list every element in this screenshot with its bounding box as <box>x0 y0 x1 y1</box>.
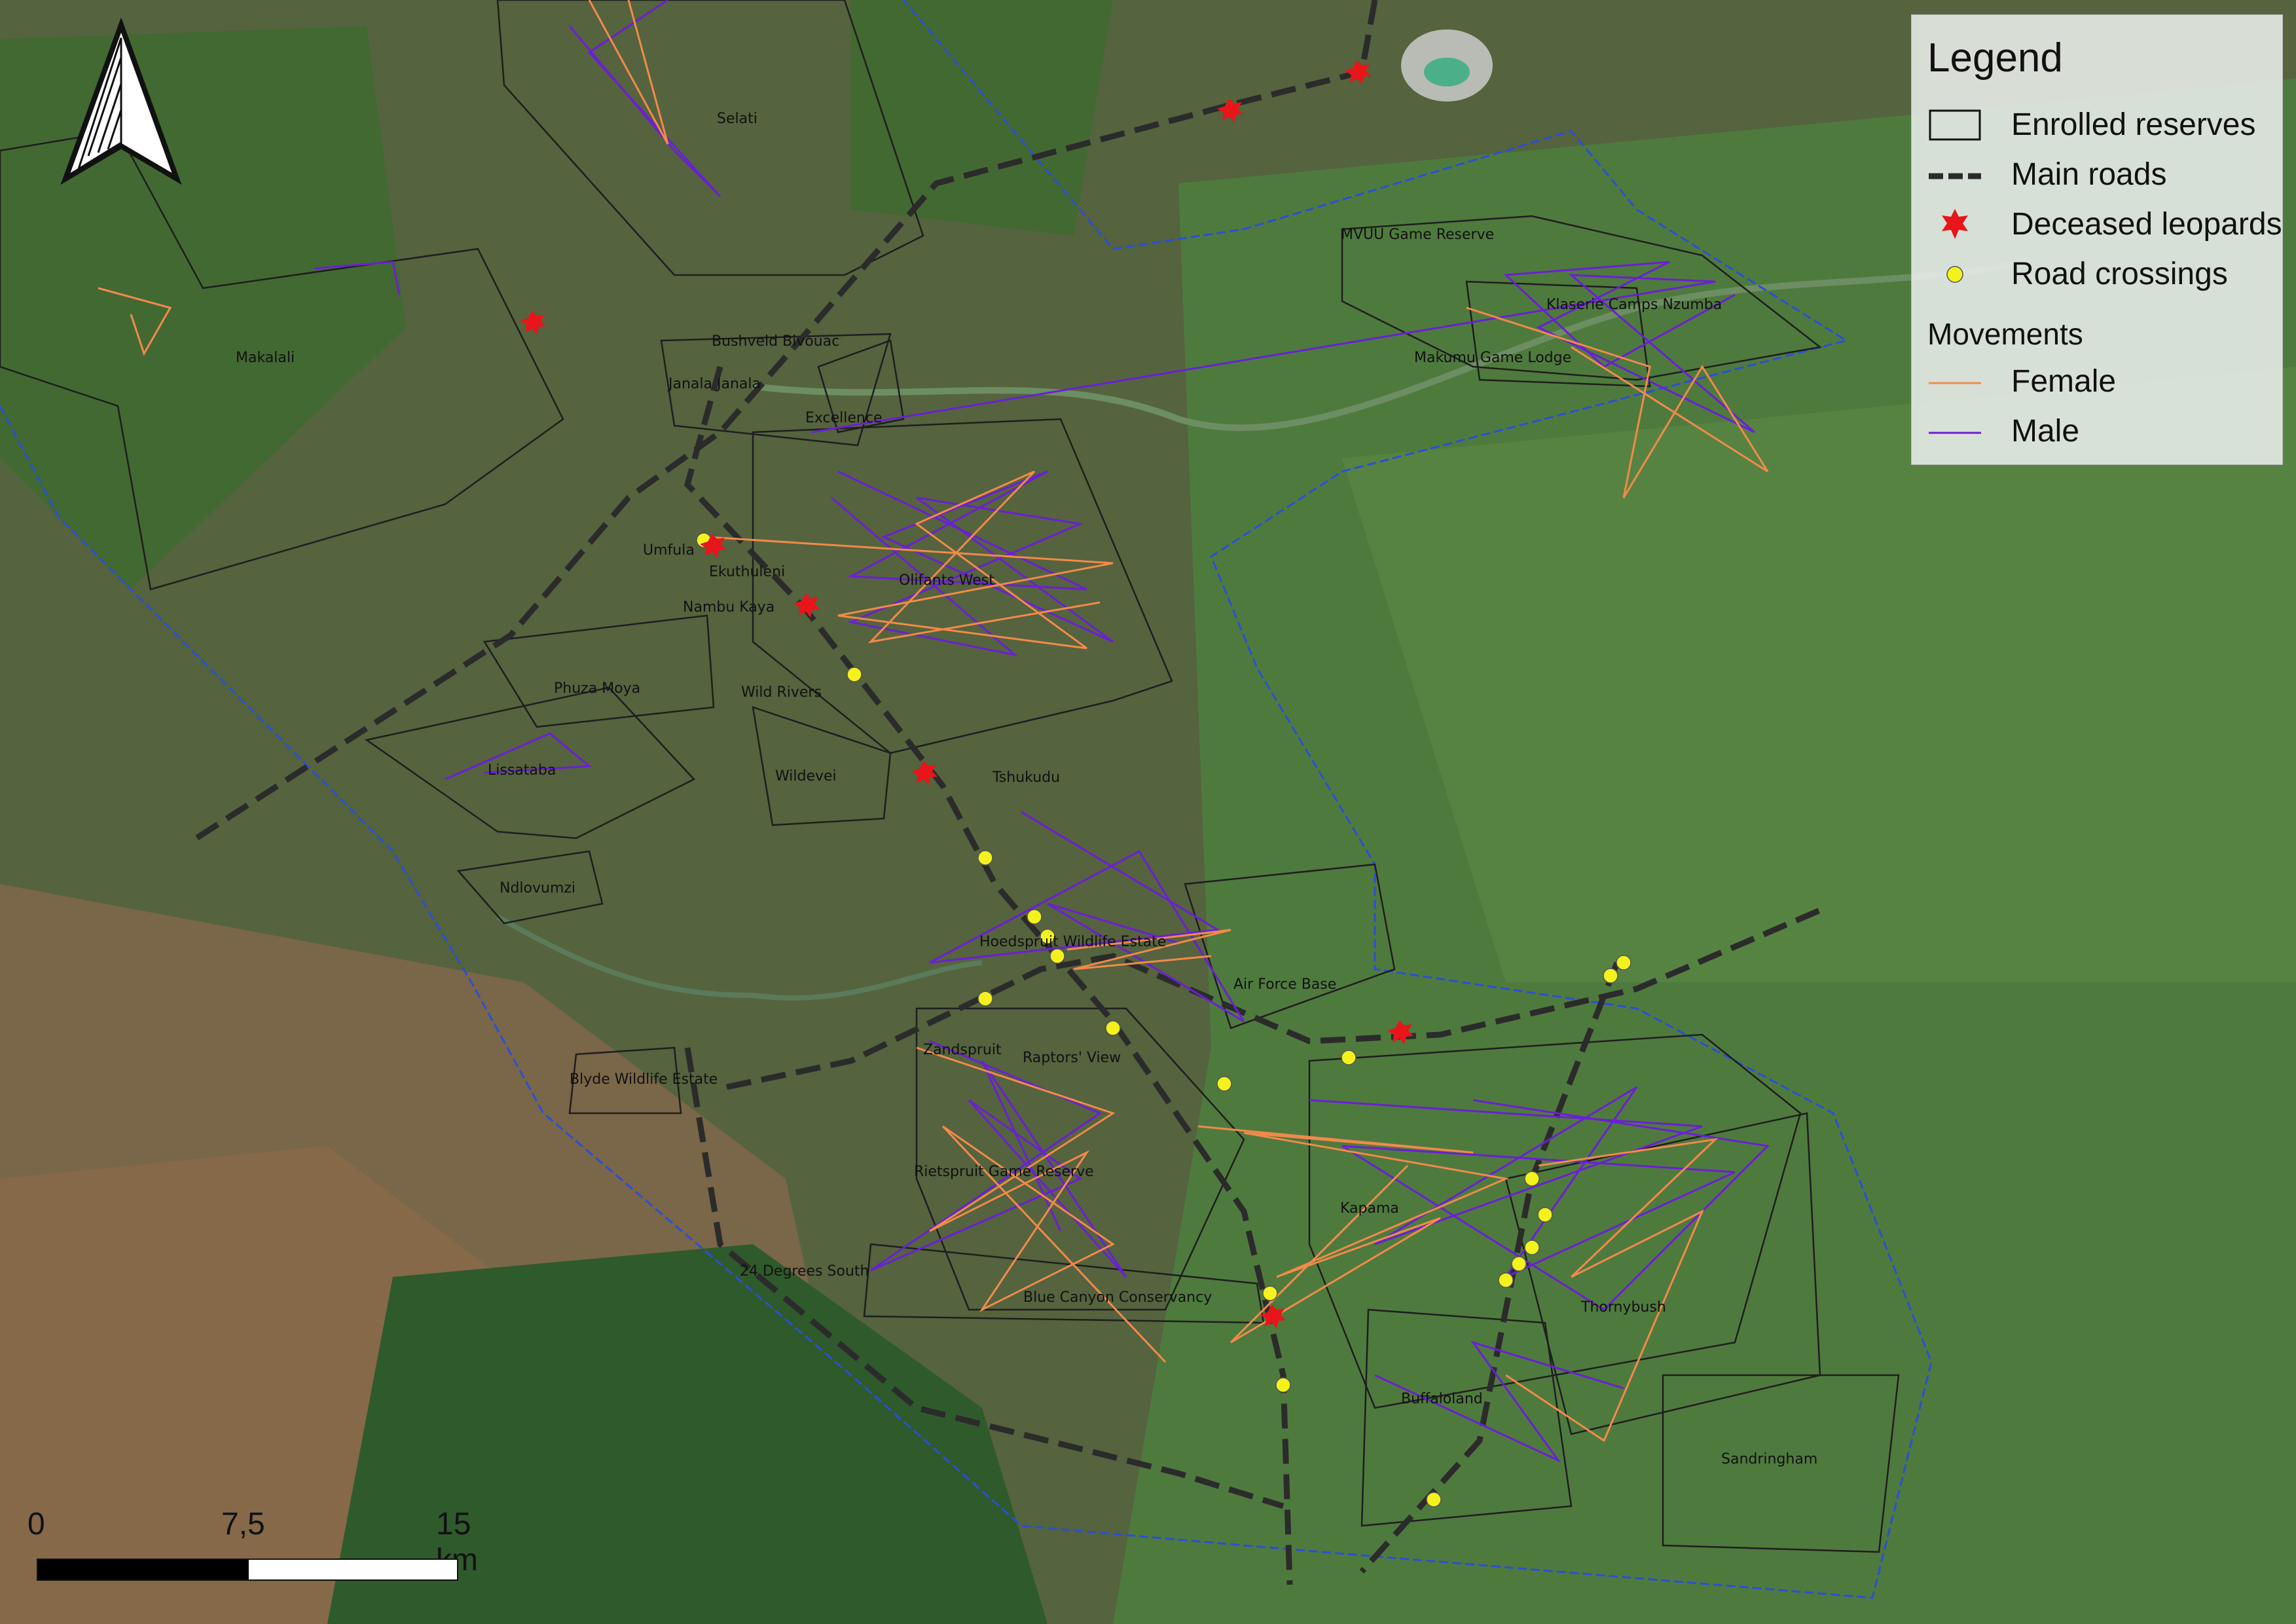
mine-pit-water <box>1424 58 1470 86</box>
legend-label: Female <box>2011 364 2117 399</box>
reserve-label: Blue Canyon Conservancy <box>1023 1289 1212 1306</box>
reserve-label: Raptors' View <box>1023 1050 1121 1066</box>
road-crossing-dot <box>977 850 993 866</box>
road-crossing-dot <box>1027 909 1042 925</box>
road-crossing-dot <box>1341 1050 1357 1065</box>
reserve-label: Sandringham <box>1721 1451 1817 1467</box>
reserve-label: Phuza Moya <box>554 680 640 697</box>
road-crossing-dot <box>1616 955 1631 970</box>
road-crossing-dot <box>1049 948 1065 964</box>
scale-tick: 0 <box>27 1507 45 1541</box>
scale-bar-white <box>247 1559 458 1581</box>
reserve-label: Nambu Kaya <box>683 599 774 616</box>
legend-item-road-crossings: Road crossings <box>1927 253 2281 293</box>
reserve-label: Excellence <box>805 410 883 426</box>
legend-movements-title: Movements <box>1927 317 2083 351</box>
red-star-icon <box>1942 209 1968 239</box>
terrain-n-green <box>851 0 1113 236</box>
reserve-label: Bushveld Bivouac <box>712 333 839 350</box>
legend-item-main-roads: Main roads <box>1927 154 2281 193</box>
road-crossing-dot <box>977 991 993 1006</box>
scale-tick: 7,5 <box>221 1507 265 1541</box>
legend-label: Road crossings <box>2011 257 2228 291</box>
north-arrow-icon <box>60 17 182 185</box>
reserve-label: Tshukudu <box>992 769 1060 786</box>
legend-label: Deceased leopards <box>2011 207 2282 242</box>
reserve-label: Umfula <box>643 542 695 559</box>
reserve-label: Klaserie Camps Nzumba <box>1546 297 1722 313</box>
scale-bar-black <box>37 1559 249 1581</box>
reserve-label: Ekuthuleni <box>709 564 785 580</box>
road-crossing-dot <box>1216 1076 1232 1092</box>
road-crossing-dot <box>1105 1020 1121 1036</box>
road-crossing-dot <box>847 667 862 682</box>
legend-label: Enrolled reserves <box>2011 107 2256 142</box>
legend-item-male: Male <box>1927 411 2281 450</box>
legend-panel: Legend Enrolled reserves Main roads Dece… <box>1911 14 2283 465</box>
scale-bar: 0 7,5 15 km <box>20 1506 478 1591</box>
north-arrow <box>52 17 190 189</box>
reserve-label: Air Force Base <box>1233 976 1336 993</box>
reserve-label: Wild Rivers <box>741 684 822 701</box>
road-crossing-dot <box>1262 1285 1278 1301</box>
purple-line-icon <box>1929 432 1981 434</box>
reserve-label: 24 Degrees South <box>740 1263 869 1280</box>
road-crossing-dot <box>1498 1272 1514 1288</box>
legend-label: Male <box>2011 414 2080 449</box>
reserve-label: Blyde Wildlife Estate <box>570 1071 718 1088</box>
reserve-label: Thornybush <box>1580 1299 1666 1316</box>
reserve-label: Selati <box>717 111 757 127</box>
legend-label: Main roads <box>2011 157 2167 192</box>
road-crossing-dot <box>1537 1207 1553 1223</box>
dashed-line-icon <box>1929 173 1981 179</box>
yellow-dot-icon <box>1946 266 1963 283</box>
road-crossing-dot <box>1511 1256 1527 1272</box>
reserve-label: Hoedspruit Wildlife Estate <box>979 934 1166 950</box>
orange-line-icon <box>1929 382 1981 384</box>
reserve-label: Ndlovumzi <box>500 880 575 896</box>
legend-item-female: Female <box>1927 361 2281 400</box>
reserve-label: Buffaloland <box>1401 1391 1483 1407</box>
reserve-label: Makalali <box>236 350 295 366</box>
road-crossing-dot <box>1426 1492 1442 1507</box>
road-crossing-dot <box>1524 1240 1540 1255</box>
reserve-label: Wildevei <box>775 768 837 784</box>
road-crossing-dot <box>1603 968 1618 984</box>
reserve-label: Janala Janala <box>667 376 761 392</box>
reserve-label: Rietspruit Game Reserve <box>914 1164 1094 1180</box>
reserve-label: Olifants West <box>899 572 994 589</box>
reserve-label: Lissataba <box>488 762 556 779</box>
reserve-label: Makumu Game Lodge <box>1414 350 1571 366</box>
reserve-label: Kapama <box>1340 1200 1399 1217</box>
reserve-label: Zandspruit <box>923 1042 1002 1058</box>
legend-item-deceased-leopards: Deceased leopards <box>1927 204 2282 243</box>
legend-title: Legend <box>1927 35 2063 81</box>
road-crossing-dot <box>1524 1171 1540 1187</box>
reserve-label: MVUU Game Reserve <box>1341 227 1494 243</box>
rectangle-outline-icon <box>1929 109 1981 141</box>
road-crossing-dot <box>1275 1377 1291 1393</box>
legend-item-enrolled-reserves: Enrolled reserves <box>1927 104 2281 143</box>
